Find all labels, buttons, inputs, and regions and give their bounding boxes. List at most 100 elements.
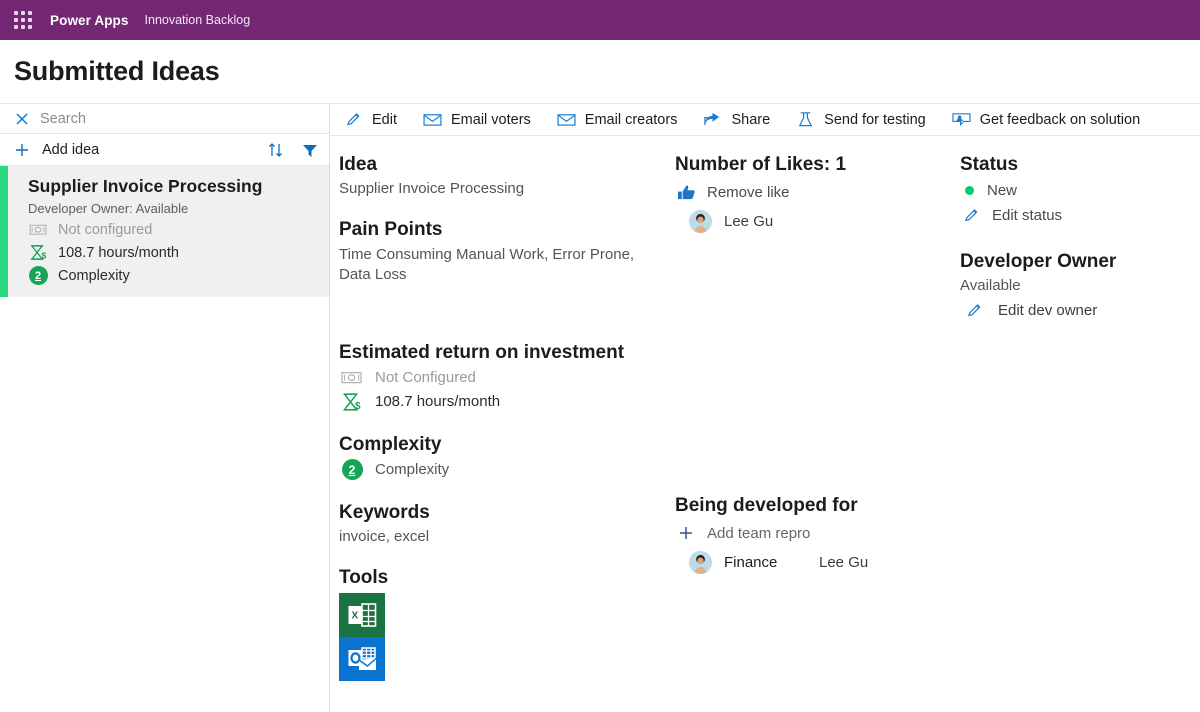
dev-owner-value: Available xyxy=(960,277,1021,294)
add-idea-label[interactable]: Add idea xyxy=(42,142,99,158)
money-banknote-icon xyxy=(28,221,48,239)
waffle-grid-icon[interactable] xyxy=(14,11,32,29)
avatar xyxy=(689,551,712,574)
pencil-icon xyxy=(344,110,363,129)
page-title-bar: Submitted Ideas xyxy=(0,40,1200,104)
roi-block: Estimated return on investment Not Confi… xyxy=(339,342,675,412)
svg-text:X: X xyxy=(352,610,359,621)
hourglass-dollar-icon: $ xyxy=(28,244,48,262)
outlook-icon[interactable] xyxy=(339,636,385,681)
envelope-icon xyxy=(423,110,442,129)
roi-money-value: Not Configured xyxy=(375,369,476,386)
envelope-icon xyxy=(557,110,576,129)
hourglass-dollar-icon: $ xyxy=(339,392,365,412)
edit-status-label: Edit status xyxy=(992,206,1063,224)
complexity-badge: 2 xyxy=(339,459,365,480)
edit-button[interactable]: Edit xyxy=(344,110,397,129)
developed-for-heading: Being developed for xyxy=(675,495,858,516)
thumbs-up-icon xyxy=(675,182,697,202)
email-creators-button[interactable]: Email creators xyxy=(557,110,678,129)
detail-column-status: Status New Edit status Developer Owner A… xyxy=(960,154,1200,712)
list-item[interactable]: Supplier Invoice Processing Developer Ow… xyxy=(0,166,329,297)
page-title: Submitted Ideas xyxy=(14,56,220,86)
tools-heading: Tools xyxy=(339,566,389,588)
get-feedback-button[interactable]: Get feedback on solution xyxy=(952,110,1140,129)
complexity-badge-value: 2 xyxy=(28,266,48,286)
avatar xyxy=(689,210,712,233)
list-item-complexity-text: Complexity xyxy=(58,267,130,284)
pain-points-heading: Pain Points xyxy=(339,219,443,240)
pain-points-block: Pain Points Time Consuming Manual Work, … xyxy=(339,219,675,286)
idea-block: Idea Supplier Invoice Processing xyxy=(339,154,675,197)
share-icon xyxy=(703,110,722,129)
voter-row: Lee Gu xyxy=(689,210,960,233)
developed-for-block: Being developed for Add team repro Finan… xyxy=(675,495,960,574)
idea-heading: Idea xyxy=(339,154,378,175)
team-row: Finance Lee Gu xyxy=(689,551,960,574)
sort-ascending-descending-icon[interactable] xyxy=(267,141,285,159)
plus-icon[interactable] xyxy=(14,142,30,158)
email-voters-button[interactable]: Email voters xyxy=(423,110,531,129)
status-heading: Status xyxy=(960,154,1019,175)
svg-text:$: $ xyxy=(41,251,46,261)
pain-points-value: Time Consuming Manual Work, Error Prone,… xyxy=(339,246,635,284)
email-voters-label: Email voters xyxy=(451,111,531,128)
team-name: Finance xyxy=(724,554,778,571)
search-input[interactable] xyxy=(40,110,290,127)
pencil-icon xyxy=(960,205,982,225)
list-item-roi-row: Not configured xyxy=(28,221,315,239)
close-icon[interactable] xyxy=(14,111,30,127)
excel-icon[interactable]: X xyxy=(339,592,385,637)
get-feedback-label: Get feedback on solution xyxy=(979,111,1141,128)
money-banknote-icon xyxy=(339,368,365,388)
flask-icon xyxy=(796,110,815,129)
feedback-person-icon xyxy=(952,110,971,129)
ideas-list-panel: Add idea Supplier Invoice Processing xyxy=(0,104,330,712)
status-badge: New xyxy=(960,182,1200,199)
dev-owner-block: Developer Owner Available Edit dev owner xyxy=(960,251,1200,320)
keywords-value: invoice, excel xyxy=(339,527,430,545)
edit-dev-owner-button[interactable]: Edit dev owner xyxy=(960,300,1200,320)
edit-label: Edit xyxy=(372,111,397,128)
add-team-repro-label: Add team repro xyxy=(707,524,811,542)
complexity-row: 2 Complexity xyxy=(339,459,675,480)
tools-list: X xyxy=(339,592,675,681)
selected-accent-bar xyxy=(0,166,8,297)
edit-status-button[interactable]: Edit status xyxy=(960,205,1200,225)
email-creators-label: Email creators xyxy=(584,111,678,128)
send-for-testing-label: Send for testing xyxy=(824,111,926,128)
remove-like-button[interactable]: Remove like xyxy=(675,182,960,202)
share-button[interactable]: Share xyxy=(703,110,770,129)
roi-hours-row: $ 108.7 hours/month xyxy=(339,392,675,412)
list-item-subtitle: Developer Owner: Available xyxy=(28,200,189,216)
complexity-badge-value: 2 xyxy=(341,459,363,480)
share-label: Share xyxy=(731,111,771,128)
add-idea-row: Add idea xyxy=(0,134,329,166)
team-person-name: Lee Gu xyxy=(819,554,869,571)
send-for-testing-button[interactable]: Send for testing xyxy=(796,110,926,129)
list-item-title: Supplier Invoice Processing xyxy=(28,176,263,196)
edit-dev-owner-label: Edit dev owner xyxy=(998,301,1098,319)
plus-icon xyxy=(675,523,697,543)
likes-heading: Number of Likes: 1 xyxy=(675,154,847,175)
command-bar: Edit Email voters Email creators Share S… xyxy=(330,104,1200,136)
tools-block: Tools X xyxy=(339,567,675,681)
brand-label[interactable]: Power Apps xyxy=(50,13,129,28)
roi-heading: Estimated return on investment xyxy=(339,341,625,363)
voter-name: Lee Gu xyxy=(724,213,774,230)
status-dot-icon xyxy=(965,186,974,195)
roi-money-row: Not Configured xyxy=(339,368,675,388)
remove-like-label: Remove like xyxy=(707,183,790,201)
roi-hours-value: 108.7 hours/month xyxy=(375,393,501,410)
add-team-repro-button[interactable]: Add team repro xyxy=(675,523,960,543)
complexity-block: Complexity 2 Complexity xyxy=(339,434,675,480)
pencil-icon xyxy=(960,300,988,320)
detail-content: Idea Supplier Invoice Processing Pain Po… xyxy=(330,136,1200,712)
detail-column-social: Number of Likes: 1 Remove like Lee Gu Be… xyxy=(675,154,960,712)
detail-column-primary: Idea Supplier Invoice Processing Pain Po… xyxy=(330,154,675,712)
app-name-label[interactable]: Innovation Backlog xyxy=(145,13,251,27)
status-block: Status New Edit status xyxy=(960,154,1200,225)
filter-funnel-icon[interactable] xyxy=(301,141,319,159)
keywords-heading: Keywords xyxy=(339,501,430,523)
detail-side: Edit Email voters Email creators Share S… xyxy=(330,104,1200,712)
